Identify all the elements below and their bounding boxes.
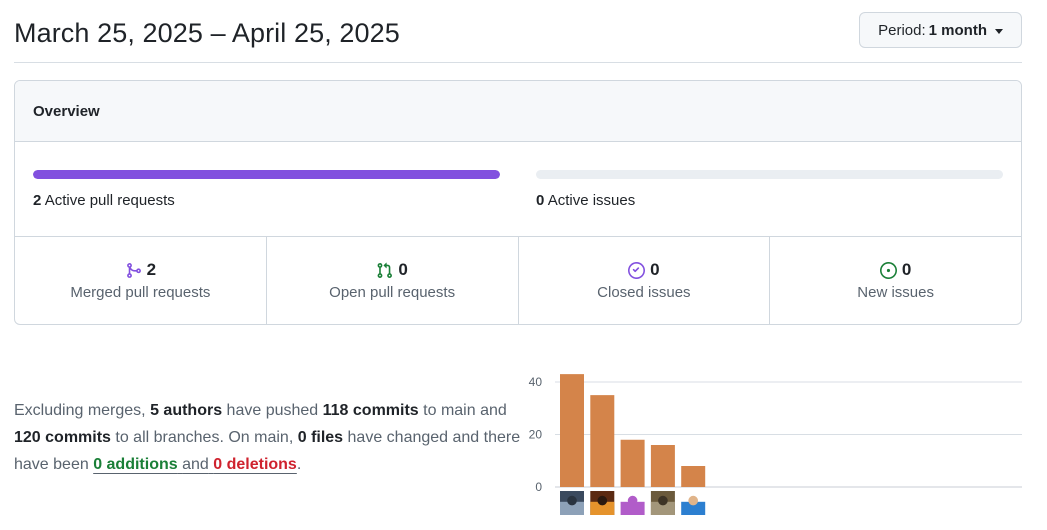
active-issues-label: Active issues xyxy=(547,192,636,209)
summary-text-7: . xyxy=(296,456,302,473)
stat-open-pull-requests[interactable]: 0 Open pull requests xyxy=(267,237,519,324)
commits-chart-svg: 0 20 40 xyxy=(529,374,1022,515)
avatar-person xyxy=(681,491,706,515)
avatar-sunset xyxy=(590,491,615,515)
chart-y-tick-label: 0 xyxy=(535,480,542,494)
overview-stats: 2 Merged pull requests 0 Open pull reque… xyxy=(15,237,1021,324)
period-label: Period: xyxy=(878,21,926,39)
closed-issue-icon xyxy=(628,261,646,279)
active-pull-requests-link[interactable]: 2 Active pull requests xyxy=(33,192,175,209)
files-changed-count: 0 files xyxy=(297,429,344,446)
pull-requests-progress-fill xyxy=(33,170,500,179)
date-range-title: March 25, 2025 – April 25, 2025 xyxy=(14,18,400,48)
stat-merged-pull-requests[interactable]: 2 Merged pull requests xyxy=(15,237,267,324)
chart-y-tick-label: 20 xyxy=(529,428,543,442)
chart-bar xyxy=(681,466,706,487)
active-issues-count: 0 xyxy=(536,192,545,209)
summary-text-4: to all branches. On main, xyxy=(115,429,294,446)
stat-new-issues[interactable]: 0 New issues xyxy=(770,237,1021,324)
chart-bar xyxy=(560,374,584,487)
commits-all-count: 120 commits xyxy=(14,429,111,446)
summary-text-6: and xyxy=(182,456,209,473)
commit-summary-text: Excluding merges, 5 authors have pushed … xyxy=(14,397,522,478)
chart-bar xyxy=(620,439,645,487)
period-value: 1 month xyxy=(928,21,987,39)
activity-bars: 2 Active pull requests 0 Active issues xyxy=(15,142,1021,237)
chart-bar xyxy=(650,445,675,487)
active-issues-link[interactable]: 0 Active issues xyxy=(536,192,635,209)
stat-closed-issues[interactable]: 0 Closed issues xyxy=(519,237,771,324)
pull-requests-progress-bar xyxy=(33,170,500,179)
page-header: March 25, 2025 – April 25, 2025 Period: … xyxy=(14,0,1022,63)
open-pr-icon xyxy=(376,262,393,279)
caret-down-icon xyxy=(995,28,1003,34)
open-pr-label: Open pull requests xyxy=(329,284,456,301)
chart-y-tick-label: 40 xyxy=(529,375,543,389)
avatar-landscape xyxy=(560,491,584,515)
period-dropdown-button[interactable]: Period: 1 month xyxy=(859,12,1022,48)
overview-panel: Overview 2 Active pull requests 0 Active… xyxy=(14,80,1022,325)
closed-issues-count: 0 xyxy=(650,260,660,279)
active-pull-requests-count: 2 xyxy=(33,192,42,209)
closed-issues-label: Closed issues xyxy=(597,284,691,301)
active-pull-requests-label: Active pull requests xyxy=(44,192,175,209)
merged-pr-label: Merged pull requests xyxy=(70,284,211,301)
additions-count: 0 additions xyxy=(93,456,178,473)
chart-bar xyxy=(590,395,615,487)
additions-deletions-link[interactable]: 0 additions and 0 deletions xyxy=(93,456,297,473)
authors-count: 5 authors xyxy=(150,402,223,419)
deletions-count: 0 deletions xyxy=(213,456,297,473)
new-issues-label: New issues xyxy=(857,284,934,301)
new-issues-count: 0 xyxy=(901,260,912,279)
commits-by-author-chart: 0 20 40 xyxy=(520,365,1022,525)
issues-progress-bar xyxy=(536,170,1003,179)
summary-text-2: have pushed xyxy=(226,402,319,419)
overview-title: Overview xyxy=(15,81,1021,142)
open-pr-count: 0 xyxy=(398,260,408,279)
summary-text-3: to main and xyxy=(423,402,507,419)
summary-text-1: Excluding merges, xyxy=(14,402,146,419)
avatar-castle xyxy=(620,491,645,515)
merged-pr-count: 2 xyxy=(146,260,157,279)
new-issue-icon xyxy=(879,261,897,279)
avatar-photo xyxy=(650,491,675,515)
merged-pr-icon xyxy=(125,262,142,279)
commits-main-count: 118 commits xyxy=(322,402,419,419)
